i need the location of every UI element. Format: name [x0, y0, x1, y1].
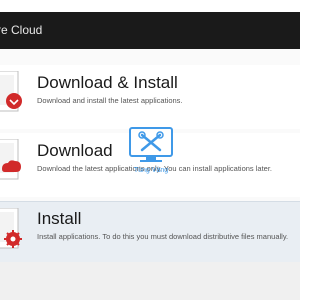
option-description: Download and install the latest applicat… — [37, 96, 183, 105]
option-download-install[interactable]: Download & Install Download and install … — [0, 65, 300, 129]
top-edge — [0, 0, 300, 12]
window-title: re Cloud — [0, 23, 43, 37]
package-install-icon — [0, 71, 22, 112]
footer-area — [0, 262, 300, 300]
package-download-icon — [0, 139, 21, 180]
package-gear-icon — [0, 208, 22, 249]
window-titlebar: re Cloud — [0, 12, 300, 49]
option-install[interactable]: Install Install applications. To do this… — [0, 201, 300, 263]
option-description: Install applications. To do this you mus… — [37, 232, 289, 241]
option-title: Download — [37, 141, 113, 160]
option-description: Download the latest applications only. Y… — [37, 164, 273, 173]
option-download[interactable]: Download Download the latest application… — [0, 133, 300, 197]
option-title: Download & Install — [37, 73, 178, 92]
option-title: Install — [37, 209, 82, 228]
